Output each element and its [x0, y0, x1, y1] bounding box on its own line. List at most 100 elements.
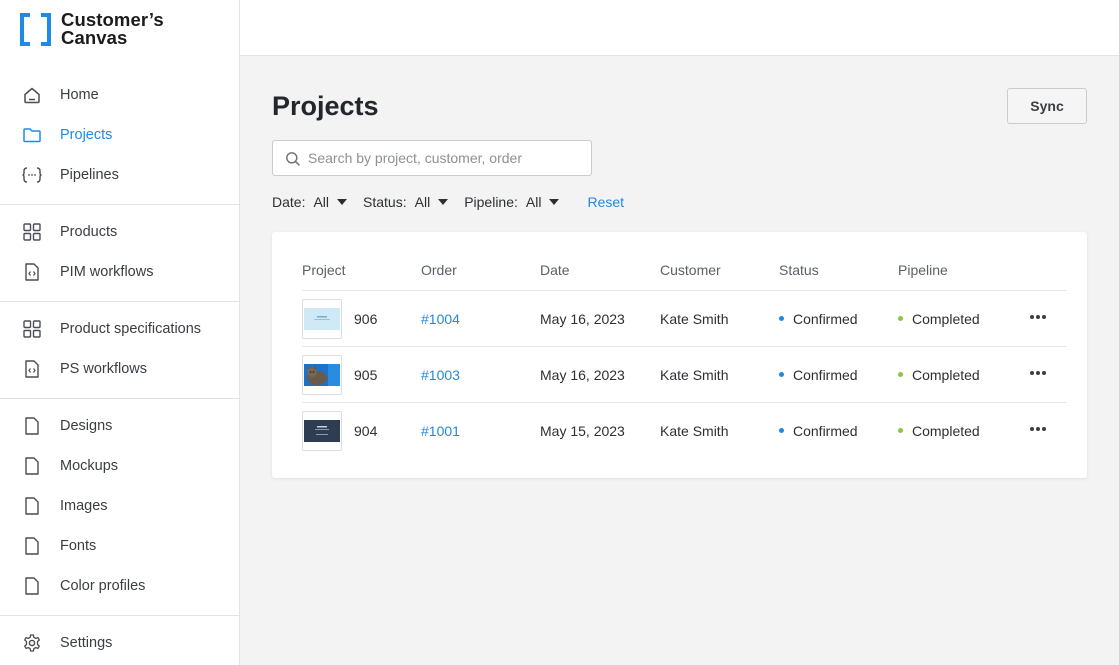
pipeline-text: Completed	[912, 311, 980, 327]
pipeline-dot-icon	[898, 427, 903, 433]
customer-name: Kate Smith	[660, 367, 729, 383]
column-header-date[interactable]: Date	[540, 262, 570, 278]
column-header-project[interactable]: Project	[302, 262, 346, 278]
sidebar-item-designs[interactable]: Designs	[0, 408, 239, 444]
sidebar-item-fonts[interactable]: Fonts	[0, 528, 239, 564]
sidebar-divider	[0, 615, 239, 616]
chevron-down-icon	[438, 199, 449, 205]
status-dot-icon	[779, 371, 784, 377]
sidebar-item-projects[interactable]: Projects	[0, 117, 239, 153]
more-actions-icon[interactable]	[1028, 307, 1048, 327]
order-link[interactable]: #1003	[421, 367, 460, 383]
sidebar-item-settings[interactable]: Settings	[0, 625, 239, 661]
column-header-customer[interactable]: Customer	[660, 262, 721, 278]
dark-card-thumbnail	[304, 420, 340, 442]
sidebar-item-label: Projects	[60, 127, 113, 143]
status-text: Confirmed	[793, 367, 858, 383]
sidebar-divider	[0, 301, 239, 302]
status-dot-icon	[779, 427, 784, 433]
reset-filters-link[interactable]: Reset	[587, 194, 624, 210]
column-header-status[interactable]: Status	[779, 262, 819, 278]
order-link[interactable]: #1001	[421, 423, 460, 439]
date-filter[interactable]: Date: All	[272, 194, 348, 210]
chevron-down-icon	[549, 199, 560, 205]
folder-icon	[21, 125, 43, 145]
filter-value: All	[313, 194, 330, 210]
pipeline-badge: Completed	[898, 311, 980, 327]
table-row[interactable]: 904 #1001 May 15, 2023 Kate Smith Confir…	[302, 402, 1067, 458]
project-date: May 15, 2023	[540, 423, 625, 439]
filter-value: All	[525, 194, 542, 210]
pipeline-badge: Completed	[898, 367, 980, 383]
sidebar-item-images[interactable]: Images	[0, 488, 239, 524]
filter-label: Date:	[272, 194, 306, 210]
sidebar-item-pipelines[interactable]: Pipelines	[0, 157, 239, 193]
pipeline-dot-icon	[898, 371, 903, 377]
sidebar-item-ps-workflows[interactable]: PS workflows	[0, 351, 239, 387]
filter-label: Pipeline:	[464, 194, 518, 210]
sidebar-item-label: Product specifications	[60, 321, 202, 337]
app-logo[interactable]: Customer’s Canvas	[20, 9, 164, 48]
filter-value: All	[414, 194, 431, 210]
status-filter[interactable]: Status: All	[363, 194, 449, 210]
customer-name: Kate Smith	[660, 423, 729, 439]
sidebar-item-label: Fonts	[60, 538, 97, 554]
code-file-icon	[21, 262, 43, 282]
sync-button[interactable]: Sync	[1007, 88, 1087, 124]
sidebar-item-label: Products	[60, 224, 118, 240]
sidebar-item-products[interactable]: Products	[0, 214, 239, 250]
gear-icon	[21, 633, 43, 653]
file-icon	[21, 536, 43, 556]
grid-icon	[21, 319, 43, 339]
search-input[interactable]	[308, 141, 586, 175]
column-header-pipeline[interactable]: Pipeline	[898, 262, 948, 278]
page-title: Projects	[272, 91, 379, 121]
search-icon	[285, 151, 301, 167]
status-text: Confirmed	[793, 423, 858, 439]
file-icon	[21, 456, 43, 476]
sidebar-item-mockups[interactable]: Mockups	[0, 448, 239, 484]
sidebar-item-label: Images	[60, 498, 108, 514]
braces-icon	[21, 165, 43, 185]
project-thumbnail[interactable]	[302, 299, 342, 339]
pipeline-filter[interactable]: Pipeline: All	[464, 194, 560, 210]
project-date: May 16, 2023	[540, 311, 625, 327]
projects-table: Project Order Date Customer Status Pipel…	[272, 232, 1087, 478]
pipeline-text: Completed	[912, 423, 980, 439]
logo-text: Customer’s Canvas	[61, 9, 164, 48]
file-icon	[21, 416, 43, 436]
sidebar-item-label: Mockups	[60, 458, 119, 474]
pipeline-text: Completed	[912, 367, 980, 383]
sidebar-item-color-profiles[interactable]: Color profiles	[0, 568, 239, 604]
sidebar-item-label: Settings	[60, 635, 113, 651]
table-row[interactable]: 905 #1003 May 16, 2023 Kate Smith Confir…	[302, 346, 1067, 402]
pipeline-dot-icon	[898, 315, 903, 321]
project-thumbnail[interactable]	[302, 355, 342, 395]
table-row[interactable]: 906 #1004 May 16, 2023 Kate Smith Confir…	[302, 290, 1067, 346]
grid-icon	[21, 222, 43, 242]
more-actions-icon[interactable]	[1028, 419, 1048, 439]
status-text: Confirmed	[793, 311, 858, 327]
status-dot-icon	[779, 315, 784, 321]
project-number: 906	[354, 311, 378, 327]
filter-bar: Date: All Status: All Pipeline: All Rese…	[272, 192, 624, 212]
project-thumbnail[interactable]	[302, 411, 342, 451]
status-badge: Confirmed	[779, 423, 858, 439]
status-badge: Confirmed	[779, 311, 858, 327]
filter-label: Status:	[363, 194, 407, 210]
more-actions-icon[interactable]	[1028, 363, 1048, 383]
file-icon	[21, 576, 43, 596]
sidebar-divider	[0, 398, 239, 399]
column-header-order[interactable]: Order	[421, 262, 457, 278]
pipeline-badge: Completed	[898, 423, 980, 439]
sidebar-item-product-specifications[interactable]: Product specifications	[0, 311, 239, 347]
sidebar-item-home[interactable]: Home	[0, 77, 239, 113]
sidebar: Customer’s Canvas Home Projects Pipeline…	[0, 0, 240, 665]
top-bar	[240, 0, 1119, 56]
status-badge: Confirmed	[779, 367, 858, 383]
search-box[interactable]	[272, 140, 592, 176]
sidebar-item-pim-workflows[interactable]: PIM workflows	[0, 254, 239, 290]
sidebar-item-label: Pipelines	[60, 167, 119, 183]
order-link[interactable]: #1004	[421, 311, 460, 327]
code-file-icon	[21, 359, 43, 379]
